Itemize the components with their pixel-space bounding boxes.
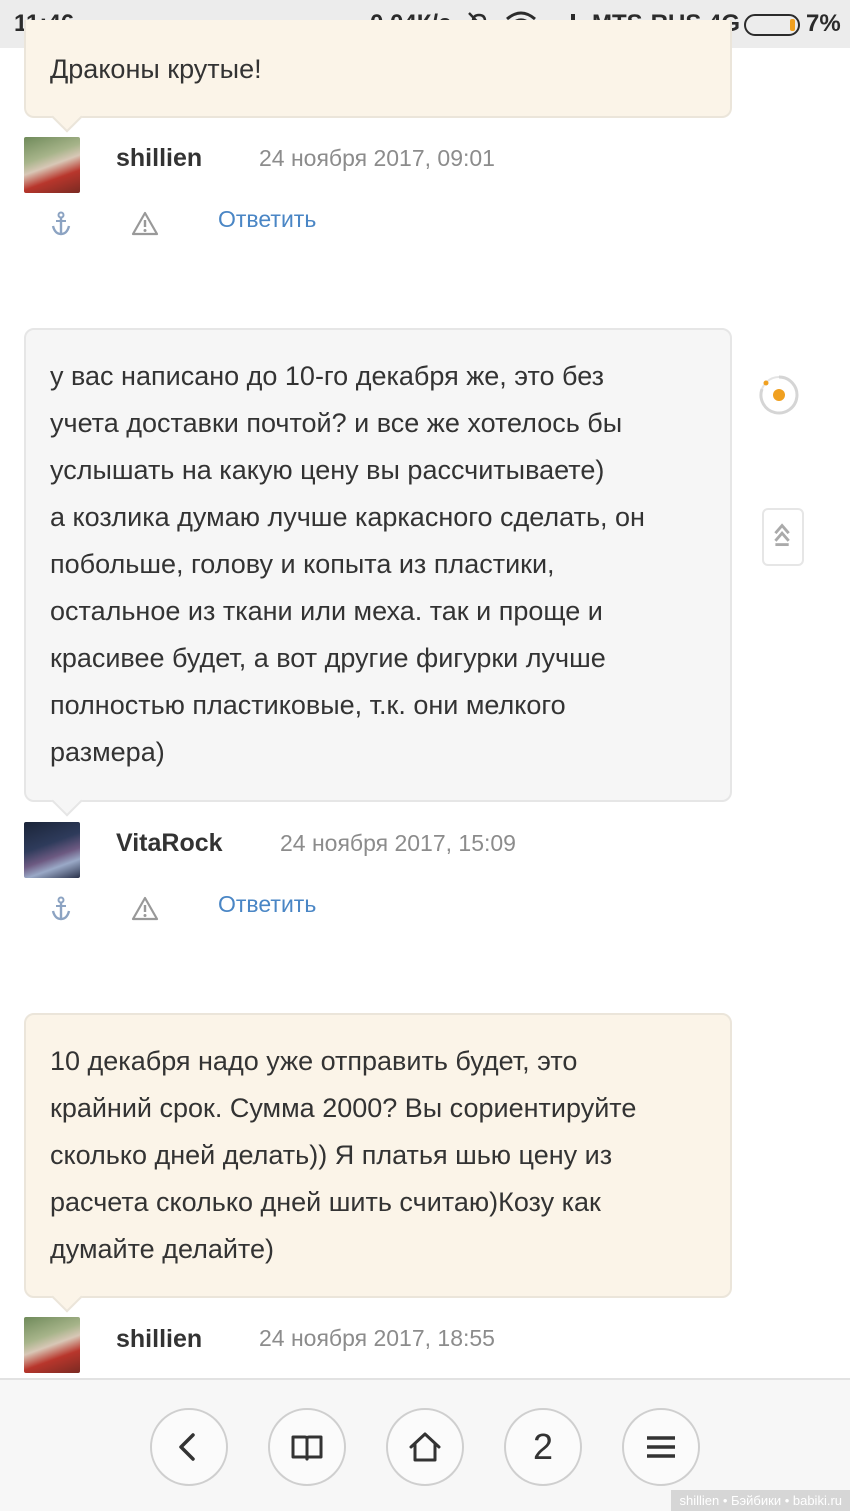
comment-text-line: красивее будет, а вот другие фигурки луч…	[50, 643, 606, 673]
comment-text-line: Драконы крутые!	[50, 54, 262, 84]
menu-button[interactable]	[622, 1408, 700, 1486]
comment-bubble: 10 декабря надо уже отправить будет, это…	[24, 1013, 732, 1313]
anchor-icon[interactable]	[47, 210, 75, 238]
avatar[interactable]	[24, 1317, 80, 1373]
home-icon	[409, 1432, 441, 1462]
scroll-top-icon	[774, 523, 790, 547]
comment-text-line: крайний срок. Сумма 2000? Вы сориентируй…	[50, 1093, 637, 1123]
comment-bubble: Драконы крутые!	[24, 20, 732, 133]
comment-text-line: расчета сколько дней шить считаю)Козу ка…	[50, 1187, 601, 1217]
reply-link[interactable]: Ответить	[218, 891, 316, 918]
comment-text-line: сколько дней делать)) Я платья шью цену …	[50, 1140, 613, 1170]
reply-link[interactable]: Ответить	[218, 206, 316, 233]
comment-text-line: а козлика думаю лучше каркасного сделать…	[50, 502, 645, 532]
comment-text-line: 10 декабря надо уже отправить будет, это	[50, 1046, 578, 1076]
tabs-count: 2	[532, 1426, 554, 1467]
bookmarks-button[interactable]	[268, 1408, 346, 1486]
loading-icon[interactable]	[756, 372, 802, 418]
avatar[interactable]	[24, 137, 80, 193]
comment-text-line: у вас написано до 10-го декабря же, это …	[50, 361, 605, 391]
watermark: shillien • Бэйбики • babiki.ru	[671, 1490, 850, 1511]
comment-author[interactable]: VitaRock	[116, 829, 223, 858]
menu-icon	[647, 1436, 675, 1458]
comment-text-line: остальное из ткани или меха. так и проще…	[50, 596, 603, 626]
comment-text-line: полностью пластиковые, т.к. они мелкого	[50, 690, 566, 720]
comment-text-line: побольше, голову и копыта из пластики,	[50, 549, 555, 579]
battery-icon	[744, 14, 800, 36]
warning-icon[interactable]	[131, 895, 159, 923]
comment-text-line: думайте делайте)	[50, 1234, 274, 1264]
comment-author[interactable]: shillien	[116, 1325, 202, 1354]
tabs-button[interactable]: 2	[504, 1408, 582, 1486]
back-button[interactable]	[150, 1408, 228, 1486]
comment-bubble: у вас написано до 10-го декабря же, это …	[24, 328, 732, 817]
comment-date: 24 ноября 2017, 09:01	[259, 145, 495, 171]
scroll-top-button[interactable]	[762, 508, 804, 566]
comment-text-line: услышать на какую цену вы рассчитываете)	[50, 455, 605, 485]
comment-date: 24 ноября 2017, 18:55	[259, 1325, 495, 1351]
comment-date: 24 ноября 2017, 15:09	[280, 830, 516, 856]
anchor-icon[interactable]	[47, 895, 75, 923]
battery-percent: 7%	[806, 10, 841, 37]
comment-text-line: учета доставки почтой? и все же хотелось…	[50, 408, 623, 438]
comment-text-line: размера)	[50, 737, 165, 767]
bottom-nav-bar: 2 shillien • Бэйбики • babiki.ru	[0, 1378, 850, 1511]
comment-author[interactable]: shillien	[116, 144, 202, 173]
home-button[interactable]	[386, 1408, 464, 1486]
avatar[interactable]	[24, 822, 80, 878]
warning-icon[interactable]	[131, 210, 159, 238]
book-icon	[291, 1435, 323, 1461]
back-icon	[179, 1433, 195, 1461]
